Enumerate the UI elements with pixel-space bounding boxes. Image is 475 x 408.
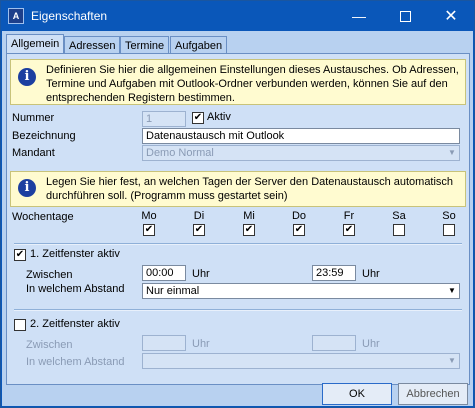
day-fr: Fr bbox=[339, 210, 359, 222]
abstand1-label: In welchem Abstand bbox=[26, 283, 125, 295]
zeitfenster2-label: 2. Zeitfenster aktiv bbox=[30, 318, 120, 330]
abstand1-select[interactable]: Nur einmal ▼ bbox=[142, 283, 460, 299]
info-icon: i bbox=[18, 68, 36, 86]
zwischen1-label: Zwischen bbox=[26, 269, 73, 281]
day-di: Di bbox=[189, 210, 209, 222]
tab-allgemein[interactable]: Allgemein bbox=[6, 34, 65, 55]
day-checkbox-so[interactable] bbox=[443, 224, 455, 236]
day-checkbox-sa[interactable] bbox=[393, 224, 405, 236]
aktiv-checkbox[interactable]: ✔ bbox=[192, 112, 204, 124]
uhr2-to-label: Uhr bbox=[362, 338, 380, 350]
cancel-button[interactable]: Abbrechen bbox=[398, 383, 468, 405]
bezeichnung-field[interactable]: Datenaustausch mit Outlook bbox=[142, 128, 460, 144]
minimize-button[interactable]: — bbox=[336, 1, 382, 31]
chevron-down-icon: ▼ bbox=[448, 148, 456, 157]
day-label: Mo bbox=[141, 210, 157, 222]
checkmark-icon: ✔ bbox=[193, 112, 203, 123]
aktiv-label: Aktiv bbox=[207, 111, 231, 123]
mandant-label: Mandant bbox=[12, 147, 55, 159]
day-label: Fr bbox=[343, 210, 355, 222]
uhr1-from-label: Uhr bbox=[192, 268, 210, 280]
wochentage-label: Wochentage bbox=[12, 211, 74, 223]
zeitfenster2-checkbox[interactable] bbox=[14, 319, 26, 331]
close-button[interactable]: ✕ bbox=[428, 1, 474, 31]
mandant-select: Demo Normal ▼ bbox=[142, 145, 460, 161]
zeitfenster1-checkbox[interactable]: ✔ bbox=[14, 249, 26, 261]
zeitfenster2-to-field bbox=[312, 335, 356, 351]
uhr1-to-label: Uhr bbox=[362, 268, 380, 280]
nummer-label: Nummer bbox=[12, 112, 55, 124]
minimize-icon: — bbox=[352, 8, 366, 24]
day-label: Di bbox=[193, 210, 205, 222]
properties-window: A Eigenschaften — ✕ Allgemein Adressen T… bbox=[0, 0, 475, 408]
info-box-general: i Definieren Sie hier die allgemeinen Ei… bbox=[10, 59, 466, 105]
title-bar[interactable]: A Eigenschaften — ✕ bbox=[1, 1, 474, 31]
day-label: Do bbox=[291, 210, 307, 222]
day-label: Mi bbox=[243, 210, 255, 222]
zeitfenster1-to-field[interactable]: 23:59 bbox=[312, 265, 356, 281]
chevron-down-icon: ▼ bbox=[448, 356, 456, 365]
weekday-picker: Mo Di Mi Do Fr Sa So ✔ ✔ ✔ ✔ ✔ bbox=[139, 210, 459, 240]
nummer-field: 1 bbox=[142, 111, 186, 127]
day-mi: Mi bbox=[239, 210, 259, 222]
zeitfenster1-label: 1. Zeitfenster aktiv bbox=[30, 248, 120, 260]
checkmark-icon: ✔ bbox=[144, 224, 154, 235]
uhr2-from-label: Uhr bbox=[192, 338, 210, 350]
info-text-general: Definieren Sie hier die allgemeinen Eins… bbox=[46, 64, 459, 104]
info-text-schedule: Legen Sie hier fest, an welchen Tagen de… bbox=[46, 176, 454, 202]
day-sa: Sa bbox=[389, 210, 409, 222]
day-mo: Mo bbox=[139, 210, 159, 222]
day-label: Sa bbox=[392, 210, 406, 222]
checkmark-icon: ✔ bbox=[194, 224, 204, 235]
dialog-body: Allgemein Adressen Termine Aufgaben i De… bbox=[2, 31, 473, 406]
day-label: So bbox=[442, 210, 456, 222]
zeitfenster1-from-field[interactable]: 00:00 bbox=[142, 265, 186, 281]
day-so: So bbox=[439, 210, 459, 222]
zwischen2-label: Zwischen bbox=[26, 339, 73, 351]
checkmark-icon: ✔ bbox=[15, 249, 25, 260]
checkmark-icon: ✔ bbox=[294, 224, 304, 235]
app-icon: A bbox=[8, 8, 24, 24]
separator bbox=[14, 243, 462, 245]
abstand2-select: ▼ bbox=[142, 353, 460, 369]
checkmark-icon: ✔ bbox=[244, 224, 254, 235]
day-checkbox-di[interactable]: ✔ bbox=[193, 224, 205, 236]
ok-button[interactable]: OK bbox=[322, 383, 392, 405]
checkmark-icon: ✔ bbox=[344, 224, 354, 235]
close-icon: ✕ bbox=[444, 8, 458, 25]
zeitfenster2-from-field bbox=[142, 335, 186, 351]
tab-panel: i Definieren Sie hier die allgemeinen Ei… bbox=[6, 53, 470, 385]
info-icon: i bbox=[18, 179, 36, 197]
day-checkbox-fr[interactable]: ✔ bbox=[343, 224, 355, 236]
day-do: Do bbox=[289, 210, 309, 222]
chevron-down-icon: ▼ bbox=[448, 286, 456, 295]
abstand2-label: In welchem Abstand bbox=[26, 356, 125, 368]
separator bbox=[14, 309, 462, 311]
maximize-icon bbox=[399, 10, 411, 22]
window-title: Eigenschaften bbox=[31, 9, 108, 23]
bezeichnung-label: Bezeichnung bbox=[12, 130, 76, 142]
day-checkbox-mo[interactable]: ✔ bbox=[143, 224, 155, 236]
abstand1-value: Nur einmal bbox=[146, 285, 200, 297]
maximize-button[interactable] bbox=[382, 1, 428, 31]
mandant-value: Demo Normal bbox=[146, 147, 214, 159]
day-checkbox-do[interactable]: ✔ bbox=[293, 224, 305, 236]
day-checkbox-mi[interactable]: ✔ bbox=[243, 224, 255, 236]
info-box-schedule: i Legen Sie hier fest, an welchen Tagen … bbox=[10, 171, 466, 207]
